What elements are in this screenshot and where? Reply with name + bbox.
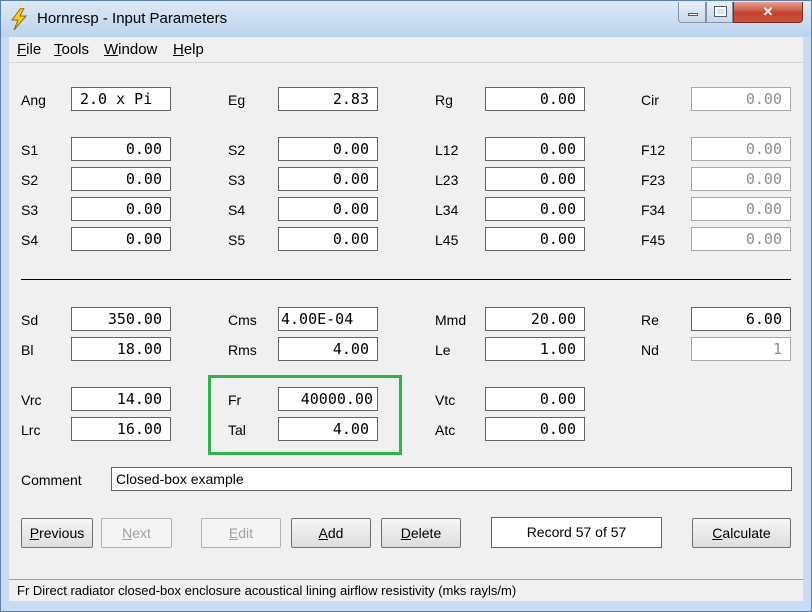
delete-button[interactable]: Delete <box>381 518 461 548</box>
f12-field: 0.00 <box>691 137 791 161</box>
l12-field[interactable]: 0.00 <box>485 137 585 161</box>
l45-label: L45 <box>435 232 459 248</box>
nd-field: 1 <box>691 337 791 361</box>
vrc-field[interactable]: 14.00 <box>71 387 171 411</box>
s5-field[interactable]: 0.00 <box>278 227 378 251</box>
cms-label: Cms <box>228 312 257 328</box>
close-icon: ✕ <box>762 4 774 19</box>
fr-field[interactable]: 40000.00 <box>278 387 378 411</box>
cms-field[interactable]: 4.00E-04 <box>278 307 378 331</box>
f34-field: 0.00 <box>691 197 791 221</box>
maximize-button[interactable] <box>706 2 733 23</box>
lightning-bolt-icon <box>11 8 28 30</box>
s5-label: S5 <box>228 232 246 248</box>
window-title: Hornresp - Input Parameters <box>37 10 228 27</box>
re-field[interactable]: 6.00 <box>691 307 791 331</box>
s4-field[interactable]: 0.00 <box>71 227 171 251</box>
s2-field[interactable]: 0.00 <box>278 137 378 161</box>
tal-label: Tal <box>228 422 246 438</box>
mmd-field[interactable]: 20.00 <box>485 307 585 331</box>
nd-label: Nd <box>641 342 659 358</box>
edit-button: Edit <box>201 518 281 548</box>
input-parameters-form: Ang 2.0 x Pi Eg 2.83 Rg 0.00 Cir 0.00 S1… <box>9 63 803 579</box>
eg-label: Eg <box>228 92 246 108</box>
f23-label: F23 <box>641 172 666 188</box>
atc-field[interactable]: 0.00 <box>485 417 585 441</box>
status-text: Fr Direct radiator closed-box enclosure … <box>17 583 517 598</box>
re-label: Re <box>641 312 659 328</box>
vtc-field[interactable]: 0.00 <box>485 387 585 411</box>
lrc-label: Lrc <box>21 422 41 438</box>
cir-field: 0.00 <box>691 87 791 111</box>
menu-bar: File Tools Window Help <box>9 37 803 63</box>
section-divider <box>21 279 791 280</box>
menu-window[interactable]: Window <box>104 41 157 58</box>
s1-label: S1 <box>21 142 39 158</box>
menu-tools[interactable]: Tools <box>54 41 89 58</box>
f45-label: F45 <box>641 232 666 248</box>
app-window: Hornresp - Input Parameters ✕ File Tools… <box>0 0 812 612</box>
s4-field[interactable]: 0.00 <box>278 197 378 221</box>
s1-field[interactable]: 0.00 <box>71 137 171 161</box>
atc-label: Atc <box>435 422 456 438</box>
calculate-button[interactable]: Calculate <box>692 518 791 548</box>
next-button: Next <box>101 518 172 548</box>
l45-field[interactable]: 0.00 <box>485 227 585 251</box>
rg-label: Rg <box>435 92 453 108</box>
lrc-field[interactable]: 16.00 <box>71 417 171 441</box>
s4-label: S4 <box>21 232 39 248</box>
maximize-icon <box>714 6 727 17</box>
l23-field[interactable]: 0.00 <box>485 167 585 191</box>
l34-label: L34 <box>435 202 459 218</box>
f12-label: F12 <box>641 142 666 158</box>
s3-field[interactable]: 0.00 <box>278 167 378 191</box>
status-bar: Fr Direct radiator closed-box enclosure … <box>9 579 803 601</box>
eg-field[interactable]: 2.83 <box>278 87 378 111</box>
ang-label: Ang <box>21 92 46 108</box>
f45-field: 0.00 <box>691 227 791 251</box>
record-indicator: Record 57 of 57 <box>491 517 662 548</box>
menu-help[interactable]: Help <box>173 41 204 58</box>
s2-label: S2 <box>228 142 246 158</box>
comment-label: Comment <box>21 472 82 488</box>
l34-field[interactable]: 0.00 <box>485 197 585 221</box>
close-button[interactable]: ✕ <box>733 2 803 23</box>
le-field[interactable]: 1.00 <box>485 337 585 361</box>
vtc-label: Vtc <box>435 392 456 408</box>
rms-label: Rms <box>228 342 257 358</box>
comment-field[interactable]: Closed-box example <box>111 467 792 491</box>
rms-field[interactable]: 4.00 <box>278 337 378 361</box>
ang-field[interactable]: 2.0 x Pi <box>71 87 171 111</box>
l23-label: L23 <box>435 172 459 188</box>
vrc-label: Vrc <box>21 392 42 408</box>
f34-label: F34 <box>641 202 666 218</box>
minimize-button[interactable] <box>678 2 706 23</box>
s2-label: S2 <box>21 172 39 188</box>
rg-field[interactable]: 0.00 <box>485 87 585 111</box>
f23-field: 0.00 <box>691 167 791 191</box>
s4-label: S4 <box>228 202 246 218</box>
previous-button[interactable]: Previous <box>21 518 93 548</box>
bl-label: Bl <box>21 342 34 358</box>
add-button[interactable]: Add <box>291 518 371 548</box>
tal-field[interactable]: 4.00 <box>278 417 378 441</box>
s3-field[interactable]: 0.00 <box>71 197 171 221</box>
s3-label: S3 <box>228 172 246 188</box>
sd-field[interactable]: 350.00 <box>71 307 171 331</box>
minimize-icon <box>688 13 698 16</box>
mmd-label: Mmd <box>435 312 467 328</box>
title-bar[interactable]: Hornresp - Input Parameters ✕ <box>1 1 811 37</box>
l12-label: L12 <box>435 142 459 158</box>
bl-field[interactable]: 18.00 <box>71 337 171 361</box>
s2-field[interactable]: 0.00 <box>71 167 171 191</box>
le-label: Le <box>435 342 451 358</box>
menu-file[interactable]: File <box>17 41 41 58</box>
sd-label: Sd <box>21 312 39 328</box>
s3-label: S3 <box>21 202 39 218</box>
cir-label: Cir <box>641 92 659 108</box>
fr-label: Fr <box>228 392 242 408</box>
